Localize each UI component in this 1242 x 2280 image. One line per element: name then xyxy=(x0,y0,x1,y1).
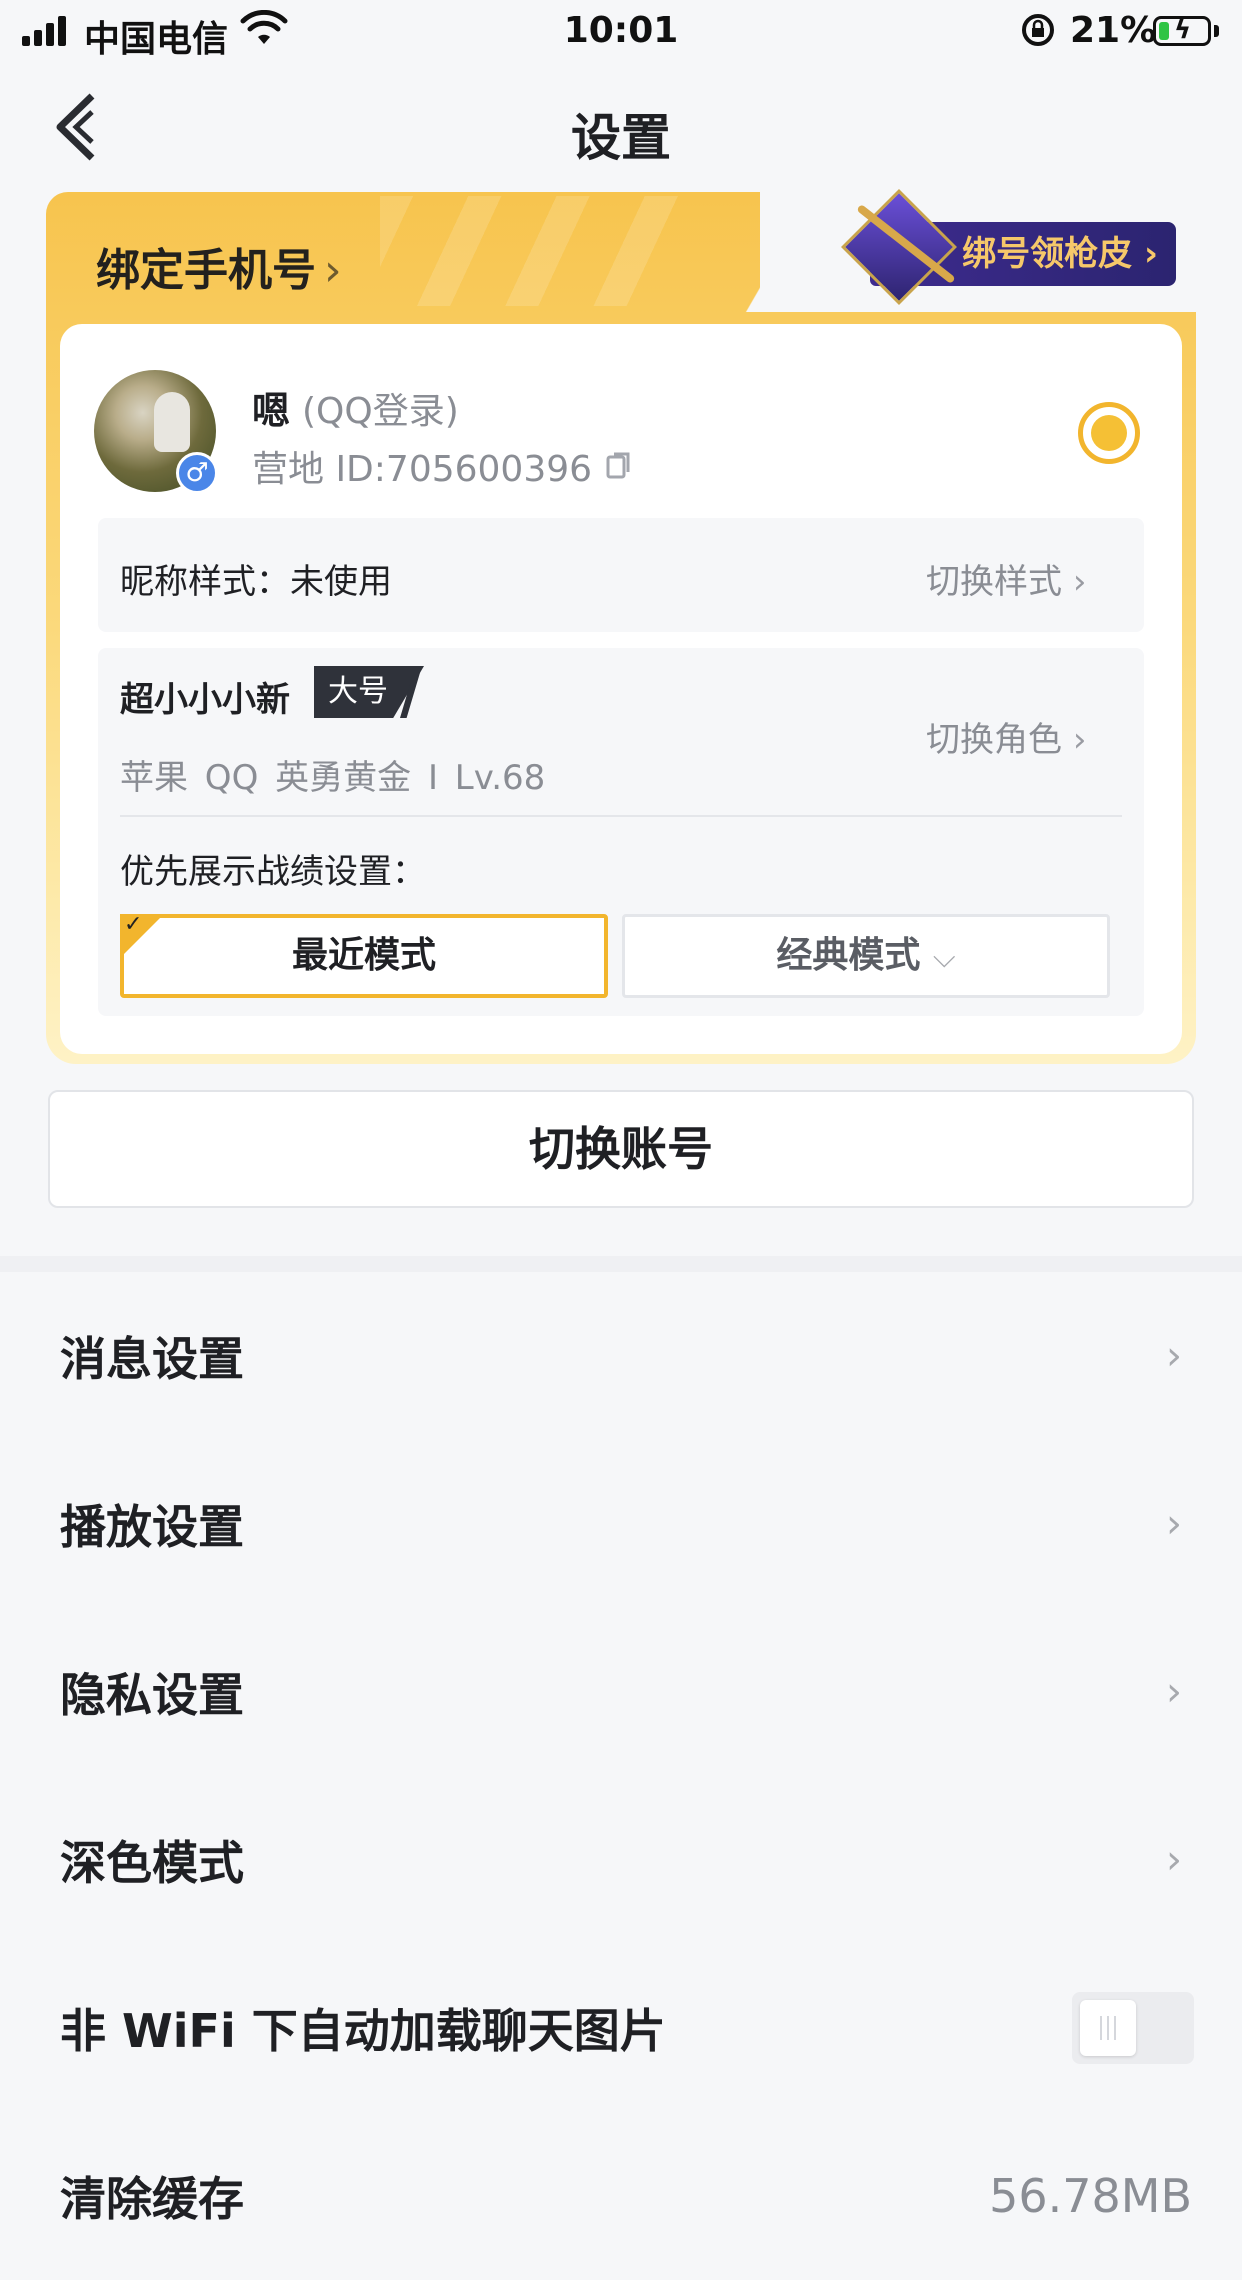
battery-icon: ϟ xyxy=(1153,15,1211,46)
male-gender-icon: ♂ xyxy=(176,452,218,494)
bind-phone-label: 绑定手机号 xyxy=(96,245,316,296)
status-bar: 中国电信 10:01 21% ϟ xyxy=(0,0,1242,62)
settings-item-privacy[interactable]: 隐私设置 › xyxy=(0,1608,1242,1776)
avatar-figure xyxy=(154,392,190,452)
toggle-knob xyxy=(1080,2000,1136,2056)
settings-item-auto-load-images: 非 WiFi 下自动加载聊天图片 xyxy=(0,1944,1242,2112)
charging-icon: ϟ xyxy=(1174,15,1192,45)
chevron-right-icon: › xyxy=(1166,1501,1182,1547)
switch-style-link[interactable]: 切换样式 › xyxy=(926,554,1086,603)
user-name: 嗯 xyxy=(252,389,291,433)
radio-dot xyxy=(1091,415,1127,451)
mode-classic-label: 经典模式 xyxy=(776,935,921,976)
card-header-decoration xyxy=(380,196,680,306)
settings-item-label: 消息设置 xyxy=(60,1332,244,1386)
settings-item-message[interactable]: 消息设置 › xyxy=(0,1272,1242,1440)
chevron-down-icon: ⌵ xyxy=(932,940,956,975)
skin-promo-label: 绑号领枪皮 xyxy=(962,234,1133,274)
priority-display-label: 优先展示战绩设置： xyxy=(120,852,426,892)
role-name: 超小小小新 xyxy=(120,680,290,720)
page-title: 设置 xyxy=(571,109,671,167)
section-divider xyxy=(0,1256,1242,1272)
check-icon: ✓ xyxy=(124,912,143,937)
login-type: (QQ登录) xyxy=(302,391,459,432)
settings-item-label: 隐私设置 xyxy=(60,1668,244,1722)
switch-account-label: 切换账号 xyxy=(529,1122,713,1176)
role-meta: 苹果 QQ 英勇黄金 I Lv.68 xyxy=(120,758,546,798)
account-selected-radio[interactable] xyxy=(1078,402,1140,464)
mode-recent-label: 最近模式 xyxy=(291,935,436,976)
switch-role-link[interactable]: 切换角色 › xyxy=(926,712,1086,761)
chevron-right-icon: › xyxy=(1166,1669,1182,1715)
settings-item-clear-cache[interactable]: 清除缓存 56.78MB xyxy=(0,2112,1242,2280)
chevron-right-icon: › xyxy=(1166,1333,1182,1379)
mode-recent-button[interactable]: 最近模式 xyxy=(120,914,608,998)
settings-item-label: 播放设置 xyxy=(60,1500,244,1554)
bind-phone-link[interactable]: 绑定手机号 › xyxy=(96,234,342,298)
chevron-right-icon: › xyxy=(1072,562,1087,602)
battery-percent: 21% xyxy=(1070,10,1157,51)
copy-icon[interactable] xyxy=(606,450,632,480)
auto-load-images-toggle[interactable] xyxy=(1072,1992,1194,2064)
chevron-right-icon: › xyxy=(1072,720,1087,760)
switch-style-label: 切换样式 xyxy=(926,562,1062,602)
divider xyxy=(120,815,1122,817)
chevron-right-icon: › xyxy=(324,245,342,296)
battery-level-fill xyxy=(1159,22,1169,40)
chevron-right-icon: › xyxy=(1166,1837,1182,1883)
battery-cap xyxy=(1214,25,1219,37)
switch-role-label: 切换角色 xyxy=(926,720,1062,760)
switch-account-button[interactable]: 切换账号 xyxy=(48,1090,1194,1208)
settings-item-label: 深色模式 xyxy=(60,1836,244,1890)
rotation-lock-icon xyxy=(1020,12,1056,57)
settings-item-label: 清除缓存 xyxy=(60,2172,244,2226)
settings-item-dark-mode[interactable]: 深色模式 › xyxy=(0,1776,1242,1944)
mode-classic-button[interactable]: 经典模式 ⌵ xyxy=(622,914,1110,998)
nickname-style-label: 昵称样式：未使用 xyxy=(120,562,392,602)
camp-id: 营地 ID:705600396 xyxy=(252,449,593,490)
settings-item-playback[interactable]: 播放设置 › xyxy=(0,1440,1242,1608)
cache-size: 56.78MB xyxy=(989,2169,1192,2223)
settings-item-label: 非 WiFi 下自动加载聊天图片 xyxy=(60,2004,666,2058)
